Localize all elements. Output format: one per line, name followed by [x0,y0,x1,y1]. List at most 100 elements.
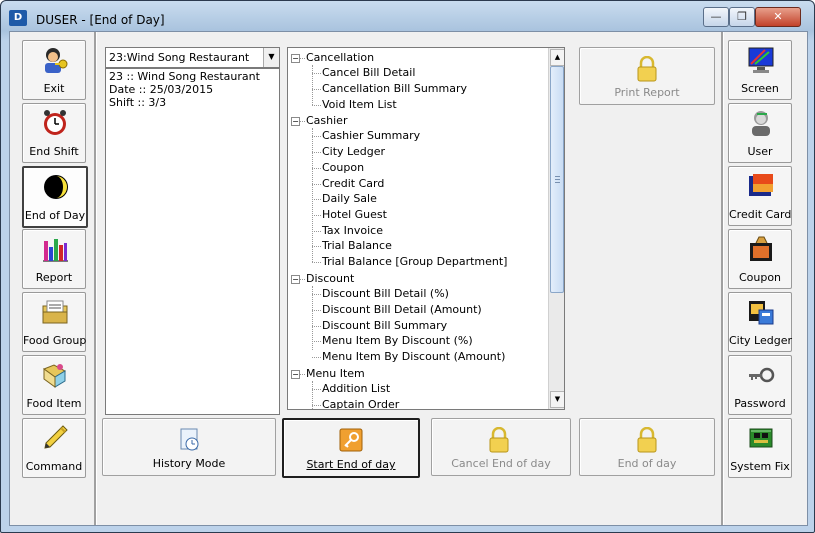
monitor-icon [748,47,774,73]
tree-item[interactable]: Credit Card [322,177,384,190]
button-label: Print Report [614,86,680,99]
history-document-icon [180,428,199,451]
tree-group[interactable]: Menu Item [306,367,365,380]
right-divider [721,32,724,525]
history-mode-button[interactable]: History Mode [102,418,276,476]
end-of-day-button[interactable]: End of Day [22,166,88,228]
credit-card-icon [749,174,773,196]
restore-button[interactable]: ❐ [729,7,755,27]
end-shift-button[interactable]: End Shift [22,103,86,163]
tree-item[interactable]: City Ledger [322,145,385,158]
folder-icon [42,300,68,324]
food-group-button[interactable]: Food Group [22,292,86,352]
print-report-button[interactable]: Print Report [579,47,715,105]
tree-item[interactable]: Cancel Bill Detail [322,66,415,79]
tree-item[interactable]: Addition List [322,382,390,395]
window-title: DUSER - [End of Day] [36,13,165,27]
close-button[interactable]: ✕ [755,7,801,27]
command-button[interactable]: Command [22,418,86,478]
key-icon [339,428,363,452]
button-label: Cancel End of day [451,457,551,470]
sidebar-label: User [747,145,773,158]
sidebar-label: Screen [741,82,779,95]
info-outlet: 23 :: Wind Song Restaurant [109,70,260,83]
collapse-toggle[interactable]: − [291,275,300,284]
sidebar-label: Credit Card [729,208,792,221]
sidebar-label: End Shift [29,145,79,158]
scroll-down-arrow-icon[interactable]: ▼ [550,391,564,408]
tree-item[interactable]: Menu Item By Discount (Amount) [322,350,505,363]
sidebar-label: Password [734,397,786,410]
tree-item[interactable]: Cashier Summary [322,129,420,142]
info-shift: Shift :: 3/3 [109,96,167,109]
moon-icon [44,175,68,199]
system-fix-button[interactable]: System Fix [728,418,792,478]
minimize-button[interactable]: — [703,7,729,27]
tree-item[interactable]: Discount Bill Summary [322,319,447,332]
sidebar-label: Food Item [26,397,82,410]
circuit-board-icon [749,428,773,448]
tree-item[interactable]: Captain Order [322,398,399,409]
report-tree[interactable]: − Cancellation Cancel Bill Detail Cancel… [287,47,565,410]
lock-icon [637,56,657,82]
left-divider [94,32,97,525]
tree-item[interactable]: Coupon [322,161,364,174]
tree-item[interactable]: Hotel Guest [322,208,387,221]
credit-card-button[interactable]: Credit Card [728,166,792,226]
tree-item[interactable]: Daily Sale [322,192,377,205]
chevron-down-icon[interactable]: ▼ [263,48,279,67]
tree-group[interactable]: Discount [306,272,354,285]
sidebar-label: Exit [43,82,65,95]
sidebar-label: Command [25,460,83,473]
lock-icon [489,427,509,453]
tree-item[interactable]: Menu Item By Discount (%) [322,334,473,347]
food-item-button[interactable]: Food Item [22,355,86,415]
sidebar-label: System Fix [730,460,790,473]
tree-scrollbar[interactable]: ▲ ▼ [548,48,564,409]
city-ledger-icon [749,301,774,325]
button-label: Start End of day [306,458,396,471]
coupon-icon [750,236,772,261]
lock-icon [637,427,657,453]
password-button[interactable]: Password [728,355,792,415]
sidebar-label: Food Group [23,334,87,347]
report-button[interactable]: Report [22,229,86,289]
user-button[interactable]: User [728,103,792,163]
sidebar-label: Coupon [738,271,782,284]
tree-group[interactable]: Cancellation [306,51,374,64]
sidebar-label: End of Day [24,209,86,222]
cancel-end-of-day-button[interactable]: Cancel End of day [431,418,571,476]
tree-item[interactable]: Trial Balance [Group Department] [322,255,507,268]
tree-item[interactable]: Trial Balance [322,239,392,252]
screen-button[interactable]: Screen [728,40,792,100]
title-bar: D DUSER - [End of Day] — ❐ ✕ [1,1,814,31]
tree-item[interactable]: Void Item List [322,98,397,111]
collapse-toggle[interactable]: − [291,54,300,63]
scroll-up-arrow-icon[interactable]: ▲ [550,49,564,66]
tree-item[interactable]: Discount Bill Detail (Amount) [322,303,482,316]
user-key-icon [45,48,68,73]
exit-button[interactable]: Exit [22,40,86,100]
tree-item[interactable]: Discount Bill Detail (%) [322,287,449,300]
user-icon [752,111,770,136]
button-label: History Mode [152,457,226,470]
shift-info-box: 23 :: Wind Song Restaurant Date :: 25/03… [105,68,280,415]
pencil-icon [44,425,68,449]
tree-item[interactable]: Cancellation Bill Summary [322,82,467,95]
food-item-icon [42,364,67,388]
outlet-select[interactable]: 23:Wind Song Restaurant ▼ [105,47,280,68]
end-of-day-action-button[interactable]: End of day [579,418,715,476]
tree-group[interactable]: Cashier [306,114,347,127]
city-ledger-button[interactable]: City Ledger [728,292,792,352]
alarm-clock-icon [44,110,66,135]
key-icon [749,367,775,383]
coupon-button[interactable]: Coupon [728,229,792,289]
bar-chart-icon [43,239,68,262]
tree-item[interactable]: Tax Invoice [322,224,383,237]
button-label: End of day [617,457,677,470]
collapse-toggle[interactable]: − [291,117,300,126]
outlet-select-value: 23:Wind Song Restaurant [109,51,250,64]
scroll-thumb[interactable] [550,66,564,293]
start-end-of-day-button[interactable]: Start End of day [282,418,420,478]
collapse-toggle[interactable]: − [291,370,300,379]
